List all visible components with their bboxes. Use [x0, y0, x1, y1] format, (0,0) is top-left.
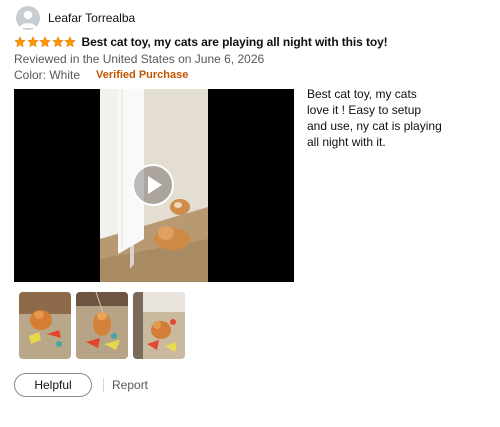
- star-rating: [14, 36, 77, 48]
- color-option: Color: White: [14, 68, 81, 82]
- avatar: [16, 6, 40, 30]
- review-title[interactable]: Best cat toy, my cats are playing all ni…: [82, 35, 388, 49]
- review-video[interactable]: [14, 89, 294, 282]
- review-image-thumbnail[interactable]: [76, 292, 128, 359]
- person-icon: [19, 10, 37, 28]
- star-icon: [39, 36, 51, 48]
- star-icon: [14, 36, 26, 48]
- report-link[interactable]: Report: [112, 378, 148, 392]
- star-icon: [26, 36, 39, 48]
- video-play-button[interactable]: [132, 164, 174, 206]
- helpful-button[interactable]: Helpful: [14, 373, 92, 397]
- star-icon: [64, 36, 76, 48]
- action-divider: [103, 378, 104, 392]
- review-date: Reviewed in the United States on June 6,…: [14, 52, 265, 66]
- review-image-thumbnails: [19, 292, 190, 359]
- review-image-thumbnail[interactable]: [19, 292, 71, 359]
- review-image-thumbnail[interactable]: [133, 292, 185, 359]
- star-icon: [51, 36, 64, 48]
- reviewer-profile[interactable]: Leafar Torrealba: [16, 6, 135, 30]
- reviewer-name: Leafar Torrealba: [48, 11, 136, 25]
- play-icon: [148, 176, 162, 194]
- review-body: Best cat toy, my cats love it ! Easy to …: [307, 87, 442, 149]
- verified-purchase-badge: Verified Purchase: [96, 69, 189, 81]
